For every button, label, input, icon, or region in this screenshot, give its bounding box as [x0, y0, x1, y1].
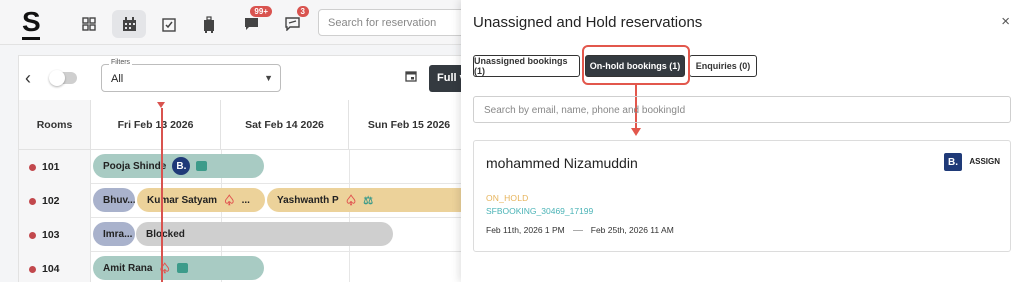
room-number: 101: [42, 161, 60, 173]
booking-bar[interactable]: Yashwanth P ♤ ⚖: [267, 188, 469, 212]
calendar-grid: Rooms Fri Feb 13 2026 Sat Feb 14 2026 Su…: [18, 100, 469, 282]
room-status-dot: [29, 231, 36, 239]
date-separator: [572, 229, 583, 231]
note-icon: [177, 263, 189, 273]
reservation-card: mohammed Nizamuddin B. ASSIGN ON_HOLD SF…: [473, 140, 1011, 252]
date-header: Sat Feb 14 2026: [221, 100, 349, 150]
back-arrow-icon[interactable]: ‹: [25, 68, 31, 89]
room-number: 103: [42, 229, 60, 241]
booking-com-icon: B.: [172, 157, 191, 175]
booking-reference[interactable]: SFBOOKING_30469_17199: [486, 206, 593, 216]
close-icon[interactable]: ×: [1001, 13, 1010, 30]
booking-guest-name: Imra...: [103, 228, 133, 240]
blocked-label: Blocked: [146, 228, 185, 240]
status-badge: ON_HOLD: [486, 193, 529, 203]
room-number: 102: [42, 195, 60, 207]
date-from: Feb 11th, 2026 1 PM: [486, 225, 565, 235]
dashboard-icon[interactable]: [72, 10, 106, 38]
booking-com-icon: B.: [944, 153, 962, 171]
tab-unassigned[interactable]: Unassigned bookings (1): [473, 55, 580, 77]
annotation-arrow-head: [631, 128, 641, 136]
filters-select[interactable]: Filters All ▼: [101, 59, 281, 92]
airbnb-icon: ♤: [223, 191, 236, 208]
booking-more: ...: [241, 194, 250, 206]
calendar-icon[interactable]: [112, 10, 146, 38]
room-status-dot: [29, 265, 36, 273]
date-header: Sun Feb 15 2026: [349, 100, 469, 150]
date-picker-icon[interactable]: [405, 70, 417, 85]
booking-bar[interactable]: Pooja Shinde B.: [93, 154, 264, 178]
filters-value: All: [111, 73, 124, 85]
booking-guest-name: Bhuv...: [103, 194, 135, 206]
booking-guest-name: Amit Rana: [103, 262, 153, 274]
guest-name: mohammed Nizamuddin: [486, 155, 638, 171]
tab-enquiries[interactable]: Enquiries (0): [689, 55, 757, 77]
room-status-dot: [29, 197, 36, 205]
room-cell[interactable]: 102: [19, 184, 91, 218]
notes-badge: 3: [296, 6, 309, 17]
app-logo[interactable]: S: [22, 6, 41, 38]
room-row-104: 104 Amit Rana ♤: [19, 252, 469, 282]
airbnb-icon: ♤: [344, 191, 358, 208]
balance-icon: ⚖: [363, 194, 374, 207]
room-cell[interactable]: 104: [19, 252, 91, 282]
unassigned-hold-panel: Unassigned and Hold reservations × Unass…: [461, 0, 1024, 282]
messages-badge: 99+: [250, 6, 272, 17]
filters-label: Filters: [109, 59, 133, 66]
booking-guest-name: Kumar Satyam: [147, 194, 218, 206]
checklist-icon[interactable]: [152, 10, 186, 38]
messages-icon[interactable]: 99+: [234, 6, 272, 38]
booking-bar[interactable]: Imra...: [93, 222, 135, 246]
booking-bar[interactable]: Bhuv...: [93, 188, 135, 212]
room-row-103: 103 Imra... Blocked: [19, 218, 469, 252]
highlight-box: [582, 45, 690, 85]
booking-search-input[interactable]: Search by email, name, phone and booking…: [473, 96, 1011, 123]
logo-underline: [22, 37, 40, 40]
panel-title: Unassigned and Hold reservations: [473, 14, 703, 31]
room-status-dot: [29, 163, 36, 171]
assign-button[interactable]: ASSIGN: [969, 157, 1000, 166]
room-cell[interactable]: 101: [19, 150, 91, 184]
rooms-header: Rooms: [19, 100, 91, 150]
room-row-102: 102 Bhuv... Kumar Satyam ♤ ... Yashwanth…: [19, 184, 469, 218]
booking-bar[interactable]: Kumar Satyam ♤ ...: [137, 188, 265, 212]
today-line: [161, 108, 163, 282]
stay-dates: Feb 11th, 2026 1 PM Feb 25th, 2026 11 AM: [486, 225, 674, 235]
room-cell[interactable]: 103: [19, 218, 91, 252]
date-header: Fri Feb 13 2026: [91, 100, 221, 150]
reservation-search-input[interactable]: Search for reservation: [318, 9, 468, 36]
luggage-icon[interactable]: [192, 10, 226, 38]
blocked-bar[interactable]: Blocked: [136, 222, 393, 246]
booking-bar[interactable]: Amit Rana ♤: [93, 256, 264, 280]
room-number: 104: [42, 263, 60, 275]
room-row-101: 101 Pooja Shinde B.: [19, 150, 469, 184]
chevron-down-icon: ▼: [264, 73, 273, 83]
date-to: Feb 25th, 2026 11 AM: [590, 225, 674, 235]
view-toggle[interactable]: [49, 70, 77, 86]
booking-guest-name: Yashwanth P: [277, 194, 339, 206]
booking-guest-name: Pooja Shinde: [103, 160, 167, 172]
notes-icon[interactable]: 3: [275, 6, 309, 38]
calendar-toolbar: ‹ Filters All ▼ Full v: [18, 55, 469, 100]
note-icon: [196, 161, 208, 171]
